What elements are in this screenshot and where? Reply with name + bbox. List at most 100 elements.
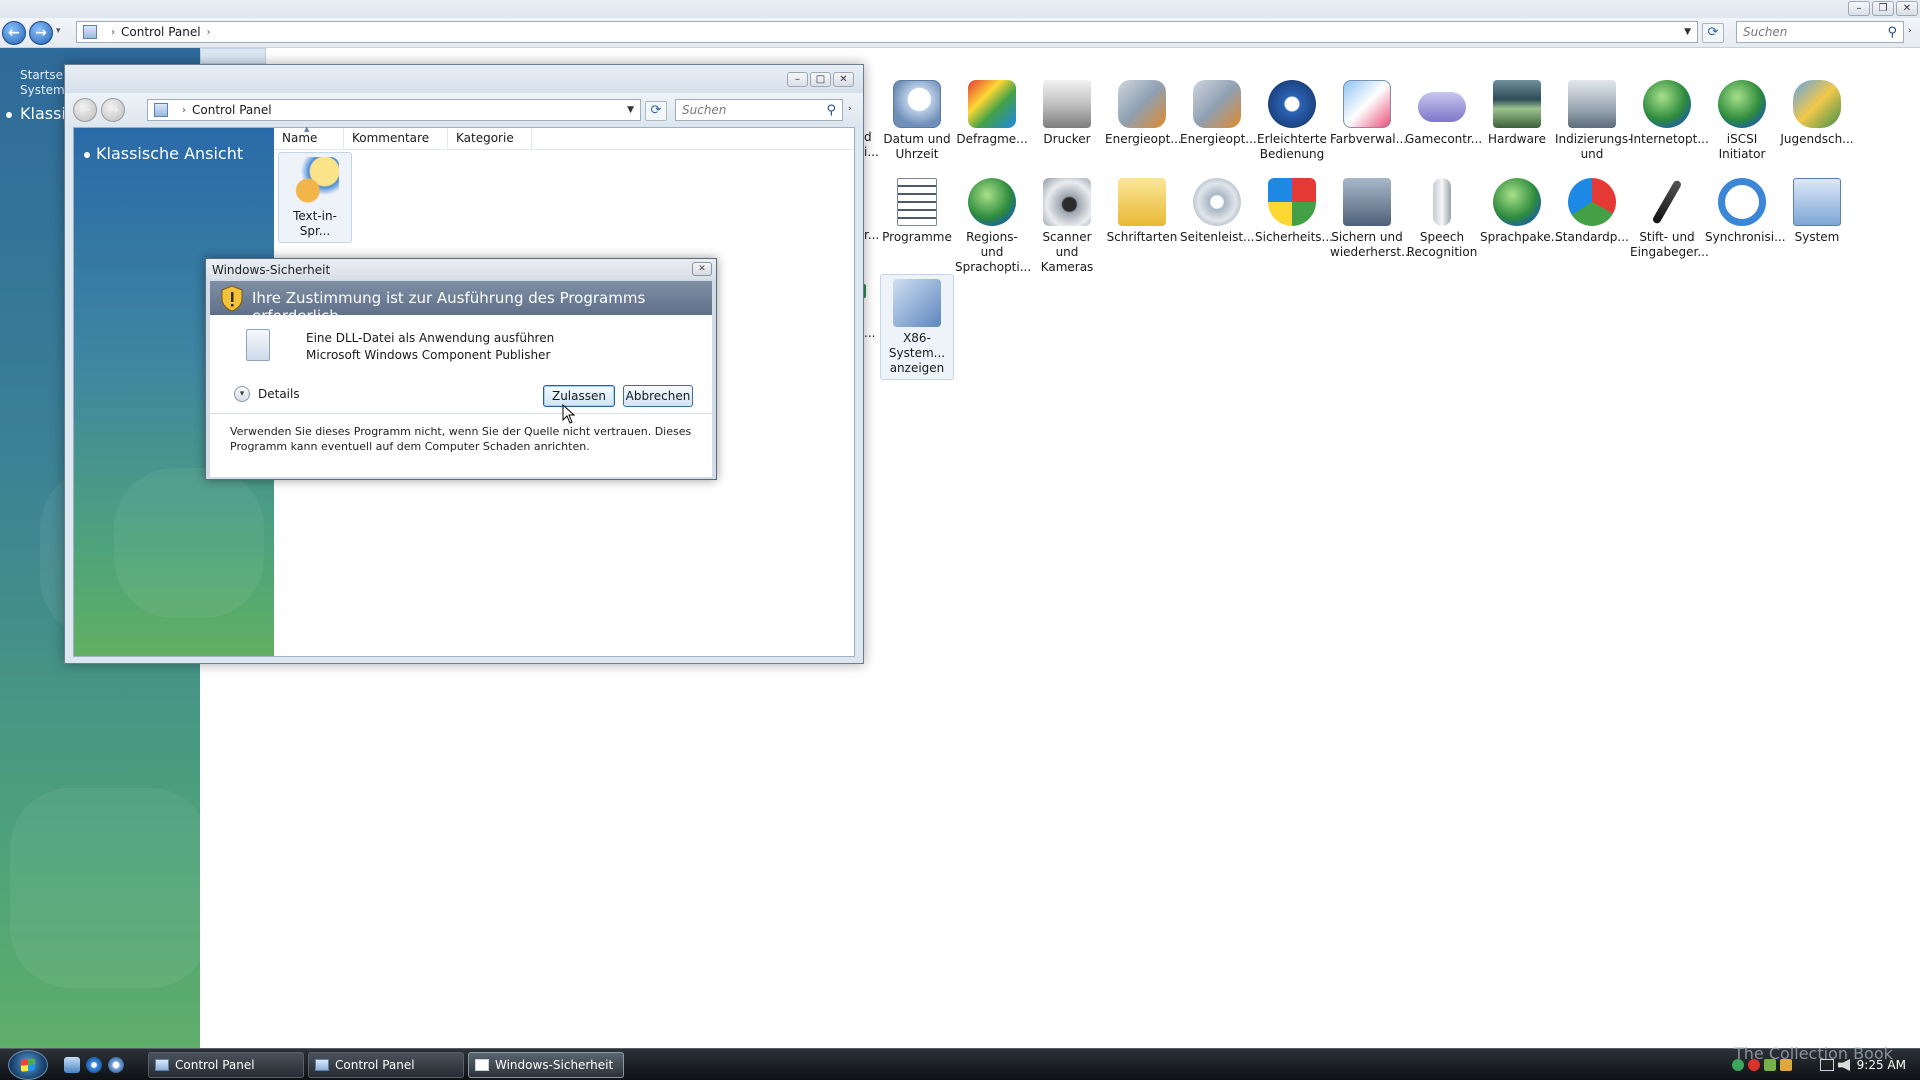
- item-schriftarten[interactable]: Schriftarten: [1105, 178, 1179, 245]
- item-text-in-sprache[interactable]: Text-in-Spr...: [278, 152, 352, 243]
- defrag-icon: [968, 80, 1016, 128]
- search-options-icon[interactable]: ›: [848, 104, 852, 114]
- back-button[interactable]: ←: [2, 21, 26, 45]
- outer-search-input[interactable]: Suchen ⚲: [1736, 21, 1904, 43]
- taskbar-button-windows-sicherheit[interactable]: Windows-Sicherheit: [468, 1052, 624, 1078]
- dialog-close-button[interactable]: ✕: [692, 262, 712, 276]
- address-dropdown-icon[interactable]: ▼: [627, 105, 634, 115]
- allow-button[interactable]: Zulassen: [543, 385, 615, 407]
- program-name: Eine DLL-Datei als Anwendung ausführen: [306, 331, 555, 345]
- partial-item-label: d i...: [864, 130, 879, 159]
- inner-navigation-bar: ← → › Control Panel ▼ ⟳ Suchen ⚲ ›: [65, 93, 863, 127]
- taskbar: Control Panel Control Panel Windows-Sich…: [0, 1048, 1920, 1080]
- partial-item-label: ...: [864, 326, 876, 340]
- forward-button[interactable]: →: [101, 98, 125, 122]
- item-x86-system-anzeigen[interactable]: X86-System... anzeigen: [880, 274, 954, 380]
- power-options-icon: [1118, 80, 1166, 128]
- sidebar-classic-view-link[interactable]: Klassische Ansicht: [84, 144, 243, 163]
- control-panel-icon: [83, 25, 97, 39]
- forward-button[interactable]: →: [29, 21, 53, 45]
- search-icon[interactable]: ⚲: [826, 103, 836, 118]
- recent-pages-dropdown-icon[interactable]: ▾: [56, 26, 61, 36]
- item-seitenleiste[interactable]: Seitenleist...: [1180, 178, 1254, 245]
- item-regions-und-sprachoptionen[interactable]: Regions- und Sprachopti...: [955, 178, 1031, 275]
- system-icon: [1793, 178, 1841, 226]
- search-icon[interactable]: ⚲: [1887, 25, 1897, 40]
- dialog-title: Windows-Sicherheit: [206, 259, 716, 279]
- item-energieoptionen-1[interactable]: Energieopt...: [1105, 80, 1182, 147]
- column-name-header[interactable]: [200, 48, 266, 64]
- item-hardware[interactable]: Hardware: [1480, 80, 1554, 147]
- uac-warning-text: Verwenden Sie dieses Programm nicht, wen…: [210, 413, 712, 477]
- taskbar-button-control-panel-1[interactable]: Control Panel: [148, 1052, 304, 1078]
- security-shield-icon: [221, 285, 243, 312]
- sidebar-gear-icon: [1193, 178, 1241, 226]
- window-icon: [475, 1059, 489, 1071]
- maximize-button[interactable]: □: [810, 72, 831, 87]
- item-erleichterte-bedienung[interactable]: Erleichterte Bedienung: [1255, 80, 1329, 162]
- column-comments-header[interactable]: Kommentare: [344, 128, 448, 150]
- item-sprachpakete[interactable]: Sprachpake...: [1480, 178, 1562, 245]
- item-iscsi-initiator[interactable]: iSCSI Initiator: [1705, 80, 1779, 162]
- item-indizierungsoptionen[interactable]: Indizierungs- und: [1555, 80, 1632, 162]
- show-desktop-icon[interactable]: [64, 1057, 80, 1073]
- item-drucker[interactable]: Drucker: [1030, 80, 1104, 147]
- chevron-down-icon[interactable]: ▾: [234, 386, 250, 402]
- outer-address-bar[interactable]: › Control Panel › ▼: [76, 21, 1698, 43]
- close-button[interactable]: ✕: [1896, 1, 1918, 16]
- pen-icon: [1651, 179, 1683, 225]
- column-header-row: Name Kommentare Kategorie: [274, 128, 854, 150]
- internet-explorer-icon[interactable]: [86, 1057, 102, 1073]
- item-internetoptionen[interactable]: Internetopt...: [1630, 80, 1709, 147]
- address-dropdown-icon[interactable]: ▼: [1684, 27, 1691, 37]
- item-farbverwaltung[interactable]: Farbverwal...: [1330, 80, 1407, 147]
- item-sichern-und-wiederherstellen[interactable]: Sichern und wiederherst...: [1330, 178, 1413, 260]
- uac-dialog[interactable]: Windows-Sicherheit ✕ Ihre Zustimmung ist…: [205, 258, 717, 480]
- search-options-icon[interactable]: ›: [1908, 26, 1912, 36]
- inner-address-bar[interactable]: › Control Panel ▼: [147, 99, 641, 121]
- clock-calendar-icon: [893, 80, 941, 128]
- mouse-cursor-icon: [562, 404, 576, 424]
- breadcrumb-control-panel[interactable]: Control Panel: [192, 103, 272, 117]
- item-synchronisierungscenter[interactable]: Synchronisi...: [1705, 178, 1786, 245]
- item-stift-und-eingabegeraete[interactable]: Stift- und Eingabeger...: [1630, 178, 1709, 260]
- minimize-button[interactable]: –: [787, 72, 808, 87]
- start-button[interactable]: [8, 1050, 48, 1080]
- inner-title-bar[interactable]: – □ ✕: [65, 65, 863, 93]
- item-defragmentierung[interactable]: Defragme...: [955, 80, 1029, 147]
- item-scanner-und-kameras[interactable]: Scanner und Kameras: [1030, 178, 1104, 275]
- breadcrumb-separator-icon[interactable]: ›: [207, 27, 211, 38]
- switch-windows-icon[interactable]: [108, 1057, 124, 1073]
- item-speech-recognition[interactable]: Speech Recognition: [1405, 178, 1479, 260]
- refresh-icon[interactable]: ⟳: [645, 101, 667, 121]
- item-sicherheitscenter[interactable]: Sicherheits...: [1255, 178, 1333, 245]
- minimize-button[interactable]: –: [1848, 1, 1870, 16]
- item-energieoptionen-2[interactable]: Energieopt...: [1180, 80, 1257, 147]
- windows-logo-icon: [21, 1058, 35, 1072]
- backup-icon: [1343, 178, 1391, 226]
- cancel-button[interactable]: Abbrechen: [623, 385, 693, 407]
- control-panel-icon: [315, 1059, 329, 1071]
- taskbar-button-control-panel-2[interactable]: Control Panel: [308, 1052, 464, 1078]
- item-standardprogramme[interactable]: Standardp...: [1555, 178, 1629, 245]
- breadcrumb-control-panel[interactable]: Control Panel: [121, 25, 201, 39]
- default-programs-icon: [1568, 178, 1616, 226]
- column-category-header[interactable]: Kategorie: [448, 128, 532, 150]
- ease-of-access-icon: [1268, 80, 1316, 128]
- refresh-icon[interactable]: ⟳: [1702, 23, 1724, 43]
- close-button[interactable]: ✕: [833, 72, 854, 87]
- restore-button[interactable]: ❐: [1872, 1, 1894, 16]
- outer-title-bar: – ❐ ✕: [0, 0, 1920, 18]
- back-button[interactable]: ←: [73, 98, 97, 122]
- item-programme[interactable]: Programme: [880, 178, 954, 245]
- item-system[interactable]: System: [1780, 178, 1854, 245]
- item-gamecontroller[interactable]: Gamecontr...: [1405, 80, 1482, 147]
- control-panel-icon: [155, 1059, 169, 1071]
- details-toggle[interactable]: Details: [258, 387, 300, 401]
- outer-navigation-bar: ← → ▾ › Control Panel › ▼ ⟳ Suchen ⚲ ›: [0, 18, 1920, 48]
- inner-search-input[interactable]: Suchen ⚲: [675, 99, 843, 121]
- item-jugendschutz[interactable]: Jugendsch...: [1780, 80, 1854, 147]
- printer-icon: [1043, 80, 1091, 128]
- item-datum-und-uhrzeit[interactable]: Datum und Uhrzeit: [880, 80, 954, 162]
- breadcrumb-separator-icon: ›: [111, 26, 115, 38]
